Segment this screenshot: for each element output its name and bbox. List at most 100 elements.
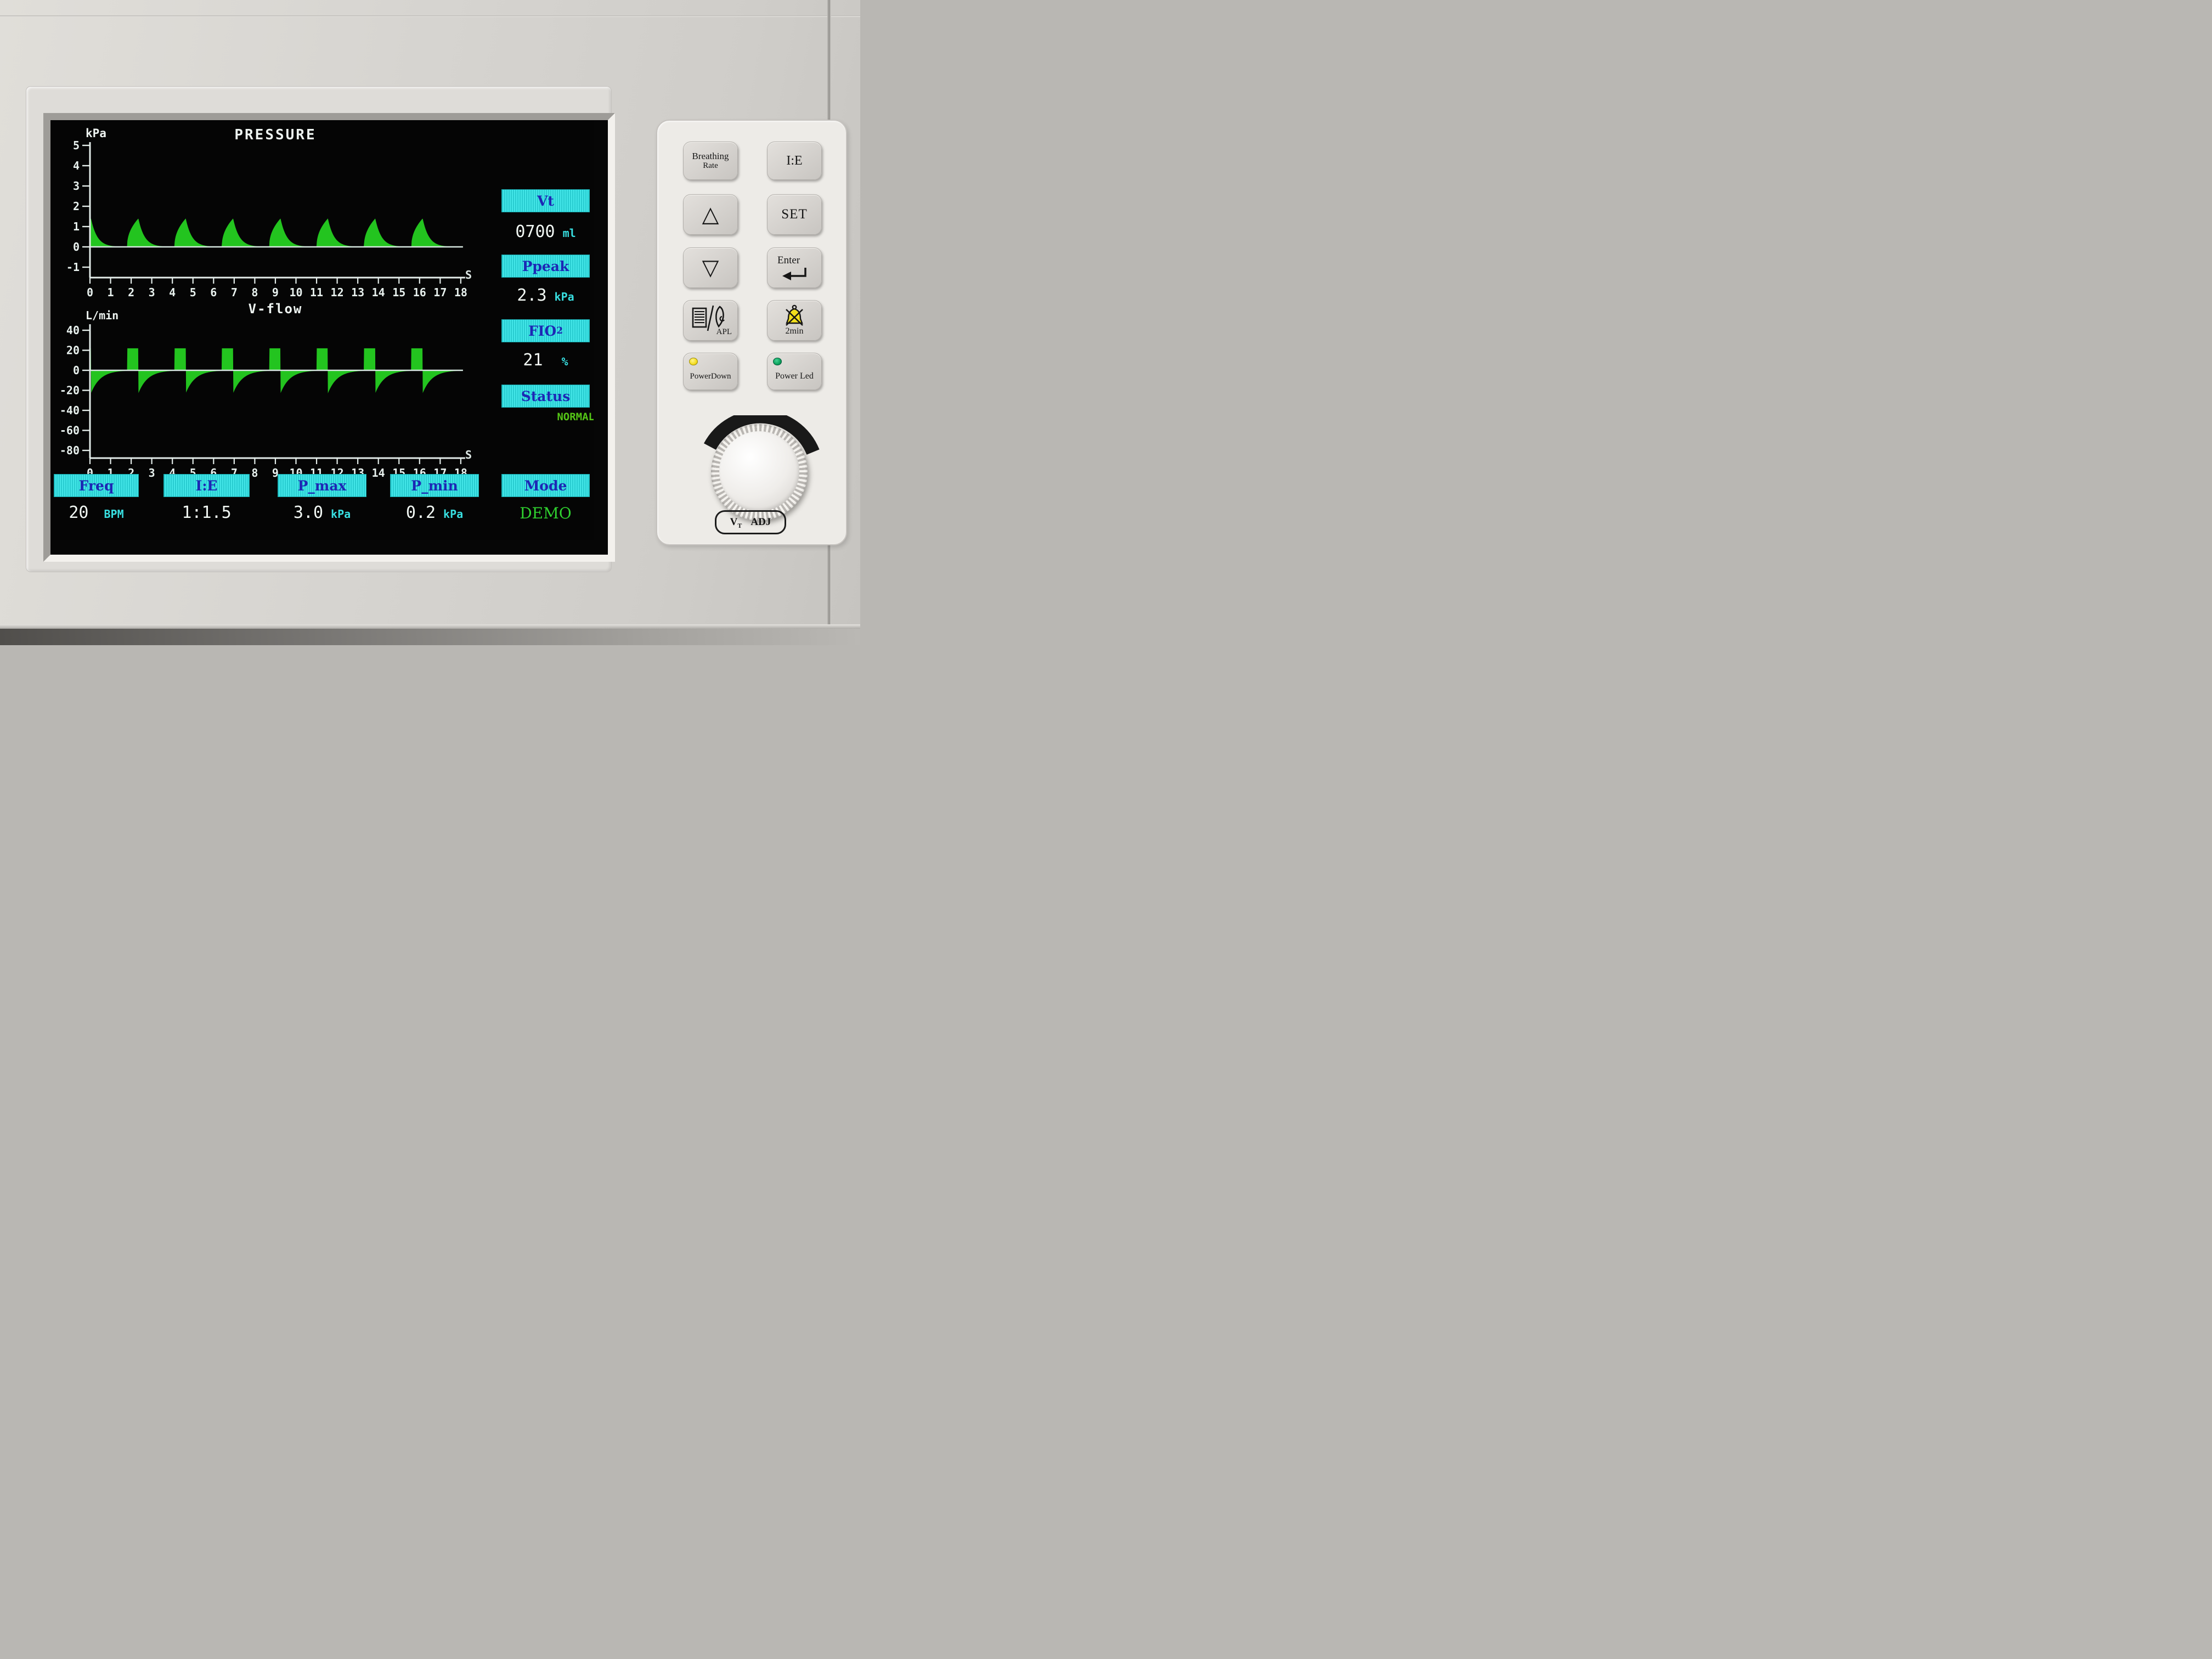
freq-unit: BPM xyxy=(104,507,124,521)
freq-header-label: Freq xyxy=(79,478,114,494)
svg-text:5: 5 xyxy=(73,139,80,152)
svg-text:-1: -1 xyxy=(66,261,80,274)
svg-text:2: 2 xyxy=(128,286,134,299)
svg-text:5: 5 xyxy=(190,286,196,299)
svg-text:-80: -80 xyxy=(60,444,80,457)
fio2-header-label: FIO xyxy=(528,323,556,339)
svg-text:-20: -20 xyxy=(60,384,80,397)
pmax-unit: kPa xyxy=(331,507,351,521)
flow-xlabel: S xyxy=(465,448,472,461)
pmin-unit: kPa xyxy=(443,507,463,521)
svg-text:8: 8 xyxy=(251,466,258,479)
power-down-button[interactable]: PowerDown xyxy=(683,353,738,390)
svg-text:40: 40 xyxy=(66,324,80,337)
breathing-rate-label-line1: Breathing xyxy=(692,151,729,161)
freq-value: 20 xyxy=(69,503,88,522)
svg-text:3: 3 xyxy=(149,466,155,479)
freq-value-row: 20 BPM xyxy=(54,503,138,522)
mode-value-row: DEMO xyxy=(502,504,589,522)
mode-value: DEMO xyxy=(520,504,572,522)
triangle-up-icon: △ xyxy=(702,204,719,225)
flow-chart-title: V-flow xyxy=(90,301,461,317)
svg-text:1: 1 xyxy=(73,220,80,233)
ie-header: I:E xyxy=(164,475,249,496)
breathing-rate-label-line2: Rate xyxy=(703,161,718,171)
svg-text:2: 2 xyxy=(73,200,80,213)
mode-header: Mode xyxy=(502,475,589,496)
power-down-label: PowerDown xyxy=(690,372,731,381)
svg-text:4: 4 xyxy=(169,286,176,299)
pmax-value-row: 3.0 kPa xyxy=(278,503,366,522)
breathing-rate-button[interactable]: Breathing Rate xyxy=(683,142,738,180)
increase-button[interactable]: △ xyxy=(683,194,738,235)
svg-text:3: 3 xyxy=(73,179,80,193)
ppeak-header-label: Ppeak xyxy=(522,258,569,274)
vt-value-row: 0700 ml xyxy=(496,222,594,241)
pmax-header: P_max xyxy=(278,475,366,496)
svg-text:4: 4 xyxy=(73,159,80,172)
svg-text:14: 14 xyxy=(372,286,385,299)
fio2-value: 21 xyxy=(523,351,543,370)
decrease-button[interactable]: ▽ xyxy=(683,247,738,288)
enter-button[interactable]: Enter xyxy=(767,247,822,288)
knob-label-vt: VT xyxy=(730,516,742,528)
svg-text:14: 14 xyxy=(372,466,385,479)
pmin-value-row: 0.2 kPa xyxy=(391,503,478,522)
svg-text:3: 3 xyxy=(149,286,155,299)
chassis-bottom-shadow xyxy=(0,629,860,645)
svg-text:17: 17 xyxy=(433,286,447,299)
airway-pressure-waveform xyxy=(90,218,461,247)
ventilator-front-panel: 543210-101234567891011121314151617184020… xyxy=(0,0,860,645)
set-button[interactable]: SET xyxy=(767,194,822,235)
status-value: NORMAL xyxy=(557,411,594,423)
set-button-label: SET xyxy=(781,207,807,222)
ppeak-value-row: 2.3 kPa xyxy=(496,286,594,305)
knob-label-vt-adj: VT ADJ xyxy=(715,510,786,534)
svg-text:15: 15 xyxy=(392,286,405,299)
mode-header-label: Mode xyxy=(524,478,567,494)
svg-text:13: 13 xyxy=(351,286,364,299)
ie-button-label: I:E xyxy=(786,154,802,168)
chassis-bottom-edge xyxy=(0,624,860,629)
crt-screen: 543210-101234567891011121314151617184020… xyxy=(50,120,594,540)
vt-value: 0700 xyxy=(515,222,555,241)
power-down-led-yellow xyxy=(689,358,698,365)
power-led-green xyxy=(773,358,782,365)
power-led-label: Power Led xyxy=(775,371,814,381)
svg-text:0: 0 xyxy=(73,364,80,377)
fio2-value-row: 21 % xyxy=(496,351,594,370)
apl-label: APL xyxy=(716,328,732,337)
freq-header: Freq xyxy=(54,475,138,496)
bag-vent-apl-button[interactable]: APL xyxy=(683,300,738,341)
alarm-silence-label: 2min xyxy=(786,326,804,336)
svg-text:0: 0 xyxy=(87,286,93,299)
power-led-indicator: Power Led xyxy=(767,353,822,390)
svg-text:11: 11 xyxy=(310,286,323,299)
ie-value: 1:1.5 xyxy=(182,503,231,522)
bell-crossed-icon xyxy=(782,304,807,328)
fio2-unit: % xyxy=(562,355,568,368)
svg-text:0: 0 xyxy=(73,240,80,253)
svg-text:8: 8 xyxy=(251,286,258,299)
fio2-header: FIO2 xyxy=(502,320,589,342)
vt-unit: ml xyxy=(563,227,576,240)
status-value-row: NORMAL xyxy=(496,411,594,423)
pmin-header-label: P_min xyxy=(411,478,458,494)
svg-text:18: 18 xyxy=(454,286,467,299)
pressure-chart-title: PRESSURE xyxy=(90,127,461,143)
knob-label-adj: ADJ xyxy=(751,516,771,528)
status-header-label: Status xyxy=(521,388,571,404)
alarm-silence-2min-button[interactable]: 2min xyxy=(767,300,822,341)
ppeak-value: 2.3 xyxy=(517,286,546,305)
ppeak-unit: kPa xyxy=(555,290,574,303)
vt-header: Vt xyxy=(502,190,589,212)
svg-text:1: 1 xyxy=(108,286,114,299)
ie-value-row: 1:1.5 xyxy=(164,503,249,522)
svg-text:20: 20 xyxy=(66,344,80,357)
svg-text:9: 9 xyxy=(272,286,279,299)
chassis-top-seam xyxy=(0,15,860,17)
knob-face[interactable] xyxy=(719,431,799,511)
tidal-volume-adjust-knob[interactable] xyxy=(711,424,808,521)
ppeak-header: Ppeak xyxy=(502,255,589,277)
ie-ratio-button[interactable]: I:E xyxy=(767,142,822,180)
